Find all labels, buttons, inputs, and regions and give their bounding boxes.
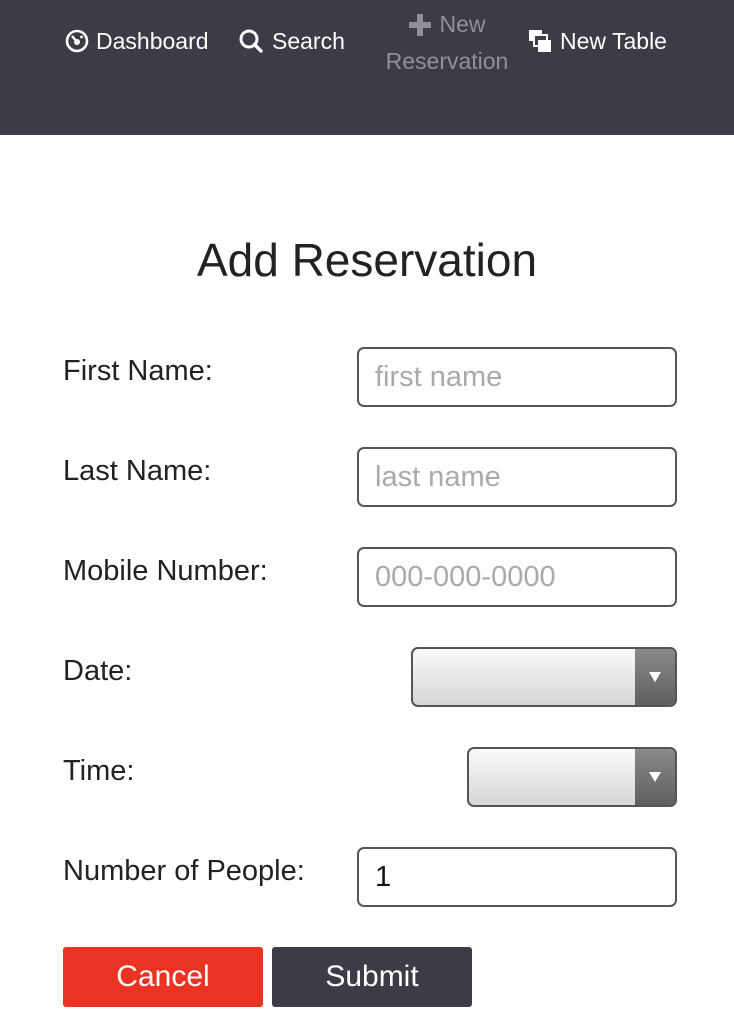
top-navigation-bar: Dashboard Search New Reservation New Tab…: [0, 0, 734, 135]
search-icon: [239, 29, 263, 53]
nav-new-table[interactable]: New Table: [528, 26, 667, 56]
page-title: Add Reservation: [196, 234, 538, 286]
time-dropdown-arrow[interactable]: [635, 749, 675, 805]
chevron-down-icon: [649, 672, 661, 682]
nav-new-reservation[interactable]: New Reservation: [372, 6, 522, 80]
date-dropdown-arrow[interactable]: [635, 649, 675, 705]
first-name-label: First Name:: [63, 355, 213, 387]
nav-search-label: Search: [272, 27, 345, 54]
last-name-input[interactable]: [357, 447, 677, 507]
first-name-input[interactable]: [357, 347, 677, 407]
number-of-people-label: Number of People:: [63, 855, 305, 887]
dashboard-gauge-icon: [65, 29, 89, 53]
mobile-number-input[interactable]: [357, 547, 677, 607]
nav-new-reservation-label-line2: Reservation: [385, 48, 509, 74]
nav-new-reservation-label-line1: New: [439, 11, 486, 37]
submit-button[interactable]: Submit: [272, 947, 472, 1007]
nav-search[interactable]: Search: [238, 26, 345, 56]
table-stack-icon: [529, 30, 551, 52]
cancel-button[interactable]: Cancel: [63, 947, 263, 1007]
last-name-label: Last Name:: [63, 455, 212, 487]
date-select[interactable]: [411, 647, 677, 707]
date-label: Date:: [63, 655, 133, 687]
nav-dashboard-label: Dashboard: [96, 27, 209, 54]
time-label: Time:: [63, 755, 135, 787]
nav-dashboard[interactable]: Dashboard: [65, 26, 209, 56]
time-select[interactable]: [467, 747, 677, 807]
nav-new-table-label: New Table: [560, 27, 667, 54]
chevron-down-icon: [649, 772, 661, 782]
mobile-number-label: Mobile Number:: [63, 555, 268, 587]
plus-icon: [409, 13, 432, 36]
number-of-people-input[interactable]: [357, 847, 677, 907]
